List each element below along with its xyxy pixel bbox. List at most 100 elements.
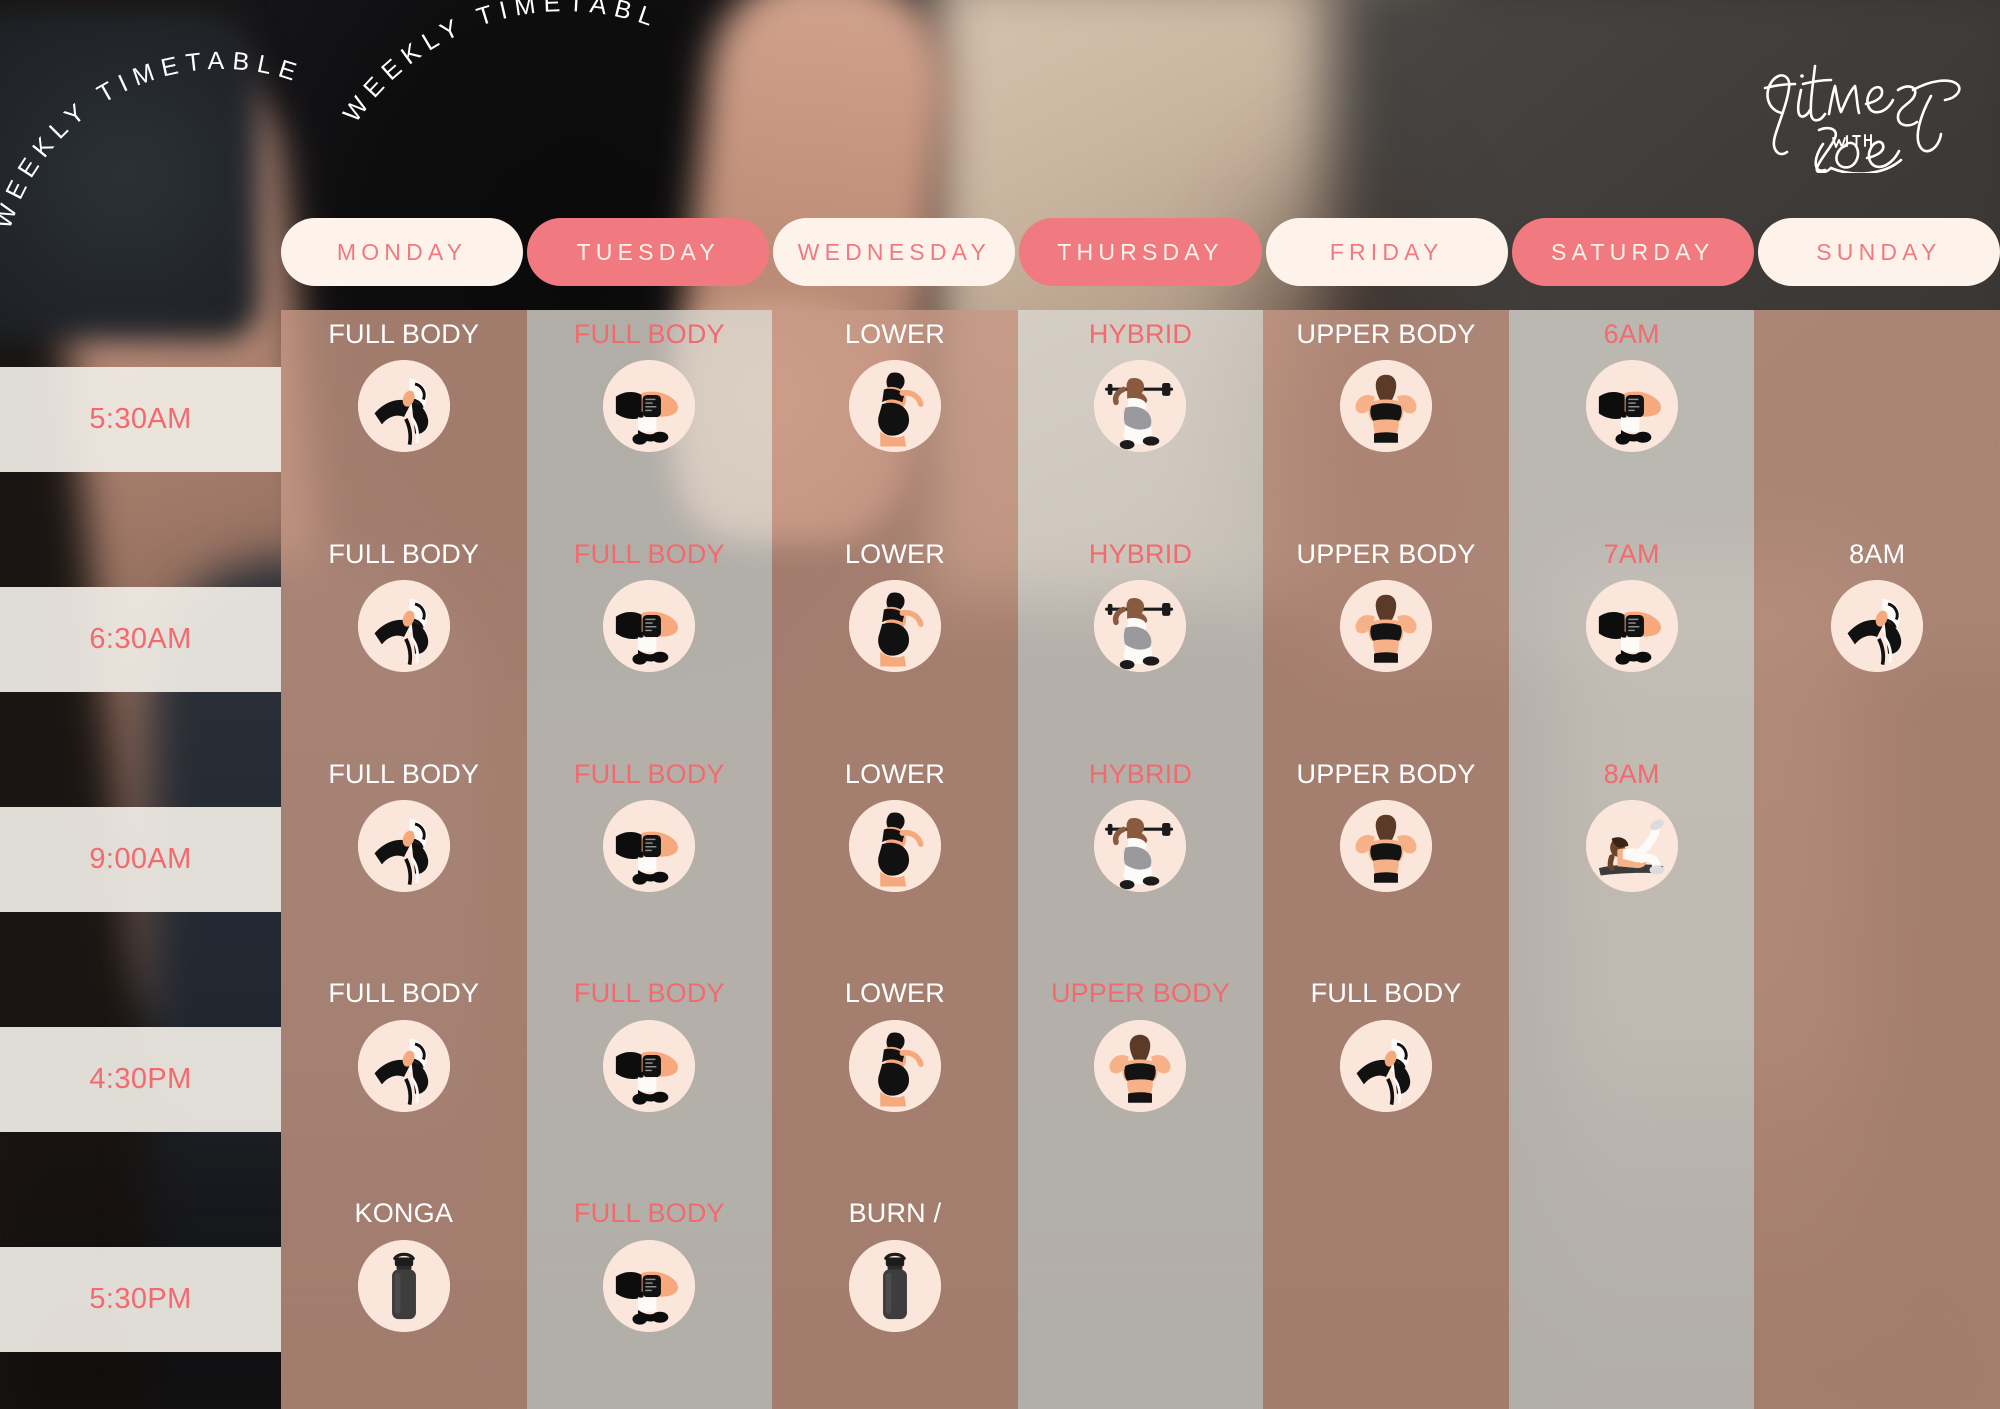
barbell-squat-icon bbox=[1094, 580, 1187, 673]
day-column-wednesday: LOWER LOWER LOWER LOWER BURN / bbox=[772, 310, 1018, 1409]
time-label: 6:30AM bbox=[89, 623, 192, 656]
day-label: FRIDAY bbox=[1329, 238, 1444, 265]
class-title: 8AM bbox=[1603, 758, 1660, 789]
class-title: HYBRID bbox=[1088, 538, 1193, 569]
skipping-rope-icon bbox=[357, 360, 450, 453]
class-cell[interactable]: FULL BODY bbox=[527, 969, 773, 1189]
smartwatch-icon bbox=[603, 1239, 696, 1332]
class-title: KONGA bbox=[354, 1198, 454, 1229]
class-title: FULL BODY bbox=[328, 538, 480, 569]
day-label: TUESDAY bbox=[576, 238, 720, 265]
class-cell[interactable]: UPPER BODY bbox=[1263, 750, 1509, 970]
day-pill-saturday[interactable]: SATURDAY bbox=[1511, 218, 1754, 286]
day-pill-tuesday[interactable]: TUESDAY bbox=[527, 218, 770, 286]
class-cell[interactable]: 8AM bbox=[1754, 530, 2000, 750]
pilates-mat-icon bbox=[1585, 800, 1678, 893]
day-label: MONDAY bbox=[336, 238, 468, 265]
class-cell[interactable]: KONGA bbox=[281, 1189, 527, 1409]
class-title: LOWER bbox=[844, 319, 945, 349]
class-cell[interactable]: FULL BODY bbox=[281, 969, 527, 1189]
class-cell[interactable]: LOWER bbox=[772, 750, 1018, 970]
time-slot: 4:30PM bbox=[0, 969, 281, 1189]
class-cell[interactable]: FULL BODY bbox=[281, 310, 527, 530]
time-slot: 5:30AM bbox=[0, 310, 281, 530]
class-title: FULL BODY bbox=[328, 319, 480, 349]
time-column: 5:30AM 6:30AM 9:00AM 4:30PM 5:30PM bbox=[0, 310, 281, 1409]
class-cell[interactable]: LOWER bbox=[772, 969, 1018, 1189]
time-label: 5:30PM bbox=[89, 1282, 192, 1315]
class-cell[interactable]: 8AM bbox=[1509, 750, 1755, 970]
skipping-rope-icon bbox=[357, 800, 450, 893]
flex-back-icon bbox=[1340, 360, 1433, 453]
flex-back-icon bbox=[1094, 1019, 1187, 1112]
barbell-squat-icon bbox=[1094, 360, 1187, 453]
class-cell[interactable]: FULL BODY bbox=[527, 750, 773, 970]
class-title: FULL BODY bbox=[328, 758, 480, 789]
class-cell bbox=[1509, 1189, 1755, 1409]
class-cell[interactable]: UPPER BODY bbox=[1263, 310, 1509, 530]
class-title: BURN / bbox=[848, 1198, 942, 1229]
smartwatch-icon bbox=[603, 1019, 696, 1112]
class-cell[interactable]: FULL BODY bbox=[281, 530, 527, 750]
class-cell[interactable]: UPPER BODY bbox=[1263, 530, 1509, 750]
day-pill-thursday[interactable]: THURSDAY bbox=[1019, 218, 1262, 286]
time-label: 9:00AM bbox=[89, 842, 192, 875]
class-title: 8AM bbox=[1849, 538, 1906, 569]
day-column-sunday: 8AM bbox=[1754, 310, 2000, 1409]
smartwatch-icon bbox=[603, 580, 696, 673]
class-cell[interactable]: BURN / bbox=[772, 1189, 1018, 1409]
class-title: UPPER BODY bbox=[1296, 538, 1476, 569]
class-cell[interactable]: LOWER bbox=[772, 310, 1018, 530]
class-title: HYBRID bbox=[1088, 758, 1193, 789]
smartwatch-icon bbox=[603, 800, 696, 893]
class-title: FULL BODY bbox=[328, 978, 480, 1009]
class-title: FULL BODY bbox=[573, 758, 725, 789]
class-cell[interactable]: 6AM bbox=[1509, 310, 1755, 530]
time-slot: 5:30PM bbox=[0, 1189, 281, 1409]
squat-icon bbox=[848, 580, 941, 673]
curved-heading-left: WEEKLY TIMETABLE bbox=[0, 47, 307, 232]
class-cell[interactable]: FULL BODY bbox=[527, 310, 773, 530]
class-title: LOWER bbox=[844, 538, 945, 569]
time-label: 4:30PM bbox=[89, 1062, 192, 1095]
class-title: LOWER bbox=[844, 978, 945, 1009]
timetable-grid: FULL BODY FULL BODY FULL BODY FULL BODY … bbox=[281, 310, 2000, 1409]
class-title: FULL BODY bbox=[573, 319, 725, 349]
class-cell[interactable]: FULL BODY bbox=[527, 1189, 773, 1409]
class-cell[interactable]: LOWER bbox=[772, 530, 1018, 750]
smartwatch-icon bbox=[1585, 580, 1678, 673]
day-label: WEDNESDAY bbox=[797, 238, 992, 265]
time-label: 5:30AM bbox=[89, 403, 192, 436]
class-title: FULL BODY bbox=[573, 1198, 725, 1229]
skipping-rope-icon bbox=[357, 1019, 450, 1112]
class-title: FULL BODY bbox=[573, 978, 725, 1009]
day-column-thursday: HYBRID HYBRID HYBRID UPPER BODY bbox=[1017, 310, 1264, 1409]
day-header-row: MONDAY TUESDAY WEDNESDAY THURSDAY FRIDAY… bbox=[281, 218, 2000, 286]
day-column-saturday: 6AM 7AM 8AM bbox=[1508, 310, 1755, 1409]
class-cell bbox=[1754, 310, 2000, 530]
class-cell[interactable]: 7AM bbox=[1509, 530, 1755, 750]
skipping-rope-icon bbox=[357, 580, 450, 673]
day-pill-sunday[interactable]: SUNDAY bbox=[1757, 218, 2000, 286]
day-label: SUNDAY bbox=[1816, 238, 1942, 265]
class-title: HYBRID bbox=[1088, 319, 1193, 349]
day-pill-wednesday[interactable]: WEDNESDAY bbox=[773, 218, 1016, 286]
class-cell[interactable]: HYBRID bbox=[1018, 750, 1264, 970]
class-cell[interactable]: HYBRID bbox=[1018, 530, 1264, 750]
curved-heading-group: WEEKLY TIMETABLE WEEKLY TIMETABLE bbox=[0, 0, 760, 250]
day-pill-friday[interactable]: FRIDAY bbox=[1265, 218, 1508, 286]
class-cell[interactable]: FULL BODY bbox=[281, 750, 527, 970]
day-label: THURSDAY bbox=[1057, 238, 1224, 265]
day-pill-monday[interactable]: MONDAY bbox=[281, 218, 524, 286]
class-title: UPPER BODY bbox=[1050, 978, 1231, 1009]
class-cell[interactable]: UPPER BODY bbox=[1018, 969, 1264, 1189]
class-cell bbox=[1018, 1189, 1264, 1409]
barbell-squat-icon bbox=[1094, 800, 1187, 893]
flex-back-icon bbox=[1340, 580, 1433, 673]
time-slot: 9:00AM bbox=[0, 750, 281, 970]
flex-back-icon bbox=[1340, 800, 1433, 893]
class-title: UPPER BODY bbox=[1296, 758, 1476, 789]
class-cell[interactable]: FULL BODY bbox=[527, 530, 773, 750]
class-cell[interactable]: FULL BODY bbox=[1263, 969, 1509, 1189]
class-cell[interactable]: HYBRID bbox=[1018, 310, 1264, 530]
